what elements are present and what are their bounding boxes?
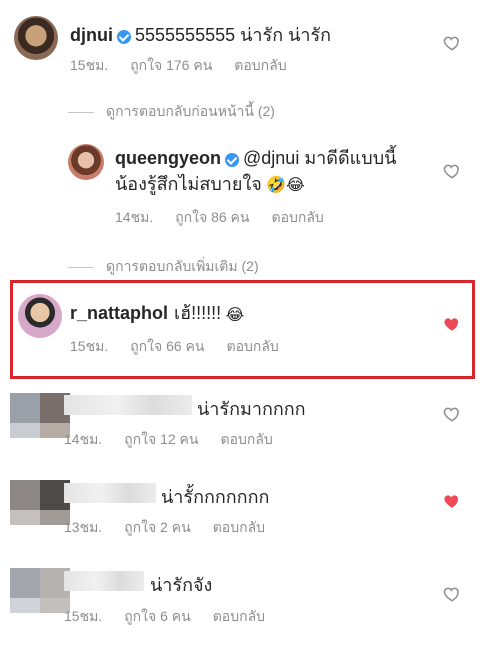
heart-outline-icon[interactable] xyxy=(443,405,461,423)
heart-filled-icon[interactable] xyxy=(443,315,461,333)
heart-outline-icon[interactable] xyxy=(443,162,461,180)
comment-likes[interactable]: ถูกใจ 12 คน xyxy=(124,431,198,447)
comment-likes[interactable]: ถูกใจ 66 คน xyxy=(130,338,204,354)
comment-meta: 14ชม. ถูกใจ 86 คน ตอบกลับ xyxy=(115,207,346,229)
heart-outline-icon[interactable] xyxy=(443,585,461,603)
comment-text: น่ารั้กกกกกกก xyxy=(161,487,270,507)
comment-likes[interactable]: ถูกใจ 2 คน xyxy=(124,519,191,535)
comment-time: 13ชม. xyxy=(64,519,103,535)
comment-text-line2: น้องรู้สึกไม่สบายใจ xyxy=(115,174,262,194)
view-previous-replies[interactable]: ดูการตอบกลับก่อนหน้านี้ (2) xyxy=(68,101,275,123)
reply-button[interactable]: ตอบกลับ xyxy=(213,608,265,624)
avatar-blurred[interactable] xyxy=(10,568,70,613)
comment-text: น่ารักจัง xyxy=(150,575,213,595)
reply-button[interactable]: ตอบกลับ xyxy=(234,57,286,73)
comment-meta: 15ชม. ถูกใจ 66 คน ตอบกลับ xyxy=(70,336,301,358)
divider-line xyxy=(68,266,94,268)
comment-time: 15ชม. xyxy=(64,608,103,624)
comment-likes[interactable]: ถูกใจ 176 คน xyxy=(130,57,212,73)
comment-meta: 15ชม. ถูกใจ 176 คน ตอบกลับ xyxy=(70,55,309,77)
username-blurred xyxy=(64,483,156,503)
comment-text: 5555555555 น่ารัก น่ารัก xyxy=(135,25,332,45)
username-r-nattaphol[interactable]: r_nattaphol xyxy=(70,303,168,323)
joy-emoji-icon: 😂 xyxy=(286,177,305,195)
heart-outline-icon[interactable] xyxy=(443,34,461,52)
divider-line xyxy=(68,111,94,113)
username-blurred xyxy=(64,571,144,591)
comment-r-nattaphol: r_nattaphol เฮ้!!!!!! 😂 xyxy=(70,298,244,327)
joy-emoji-icon: 😂 xyxy=(225,306,245,324)
view-more-replies[interactable]: ดูการตอบกลับเพิ่มเติม (2) xyxy=(68,256,259,278)
username-djnui[interactable]: djnui xyxy=(70,25,113,45)
reply-button[interactable]: ตอบกลับ xyxy=(220,431,272,447)
comment-time: 15ชม. xyxy=(70,57,109,73)
reply-button[interactable]: ตอบกลับ xyxy=(226,338,278,354)
comment-time: 14ชม. xyxy=(64,431,103,447)
comment-text-line1: @djnui มาดีดีแบบนี้ xyxy=(243,148,397,168)
reply-button[interactable]: ตอบกลับ xyxy=(271,209,323,225)
rofl-emoji-icon: 🤣 xyxy=(266,177,287,195)
comment-djnui: djnui 5555555555 น่ารัก น่ารัก xyxy=(70,20,331,49)
verified-badge-icon xyxy=(117,29,131,44)
username-blurred xyxy=(64,395,192,415)
comment-queengyeon: queengyeon @djnui มาดีดีแบบนี้ น้องรู้สึก… xyxy=(115,146,396,198)
comment-likes[interactable]: ถูกใจ 86 คน xyxy=(175,209,249,225)
avatar-queengyeon[interactable] xyxy=(68,144,104,180)
avatar-r-nattaphol[interactable] xyxy=(18,294,62,338)
avatar-blurred[interactable] xyxy=(10,393,70,438)
comment-meta: 14ชม. ถูกใจ 12 คน ตอบกลับ xyxy=(64,429,295,451)
reply-button[interactable]: ตอบกลับ xyxy=(213,519,265,535)
comment-text: น่ารักมากกกก xyxy=(197,399,306,419)
comment-time: 14ชม. xyxy=(115,209,154,225)
heart-filled-icon[interactable] xyxy=(443,492,461,510)
comment-time: 15ชม. xyxy=(70,338,109,354)
verified-badge-icon xyxy=(225,152,240,167)
comment-meta: 13ชม. ถูกใจ 2 คน ตอบกลับ xyxy=(64,517,287,539)
avatar-blurred[interactable] xyxy=(10,480,70,525)
highlight-box xyxy=(10,280,475,379)
comment-likes[interactable]: ถูกใจ 6 คน xyxy=(124,608,191,624)
comment-text: เฮ้!!!!!! xyxy=(174,303,222,323)
username-queengyeon[interactable]: queengyeon xyxy=(115,148,221,168)
avatar-djnui[interactable] xyxy=(14,16,58,60)
comment-meta: 15ชม. ถูกใจ 6 คน ตอบกลับ xyxy=(64,606,287,628)
